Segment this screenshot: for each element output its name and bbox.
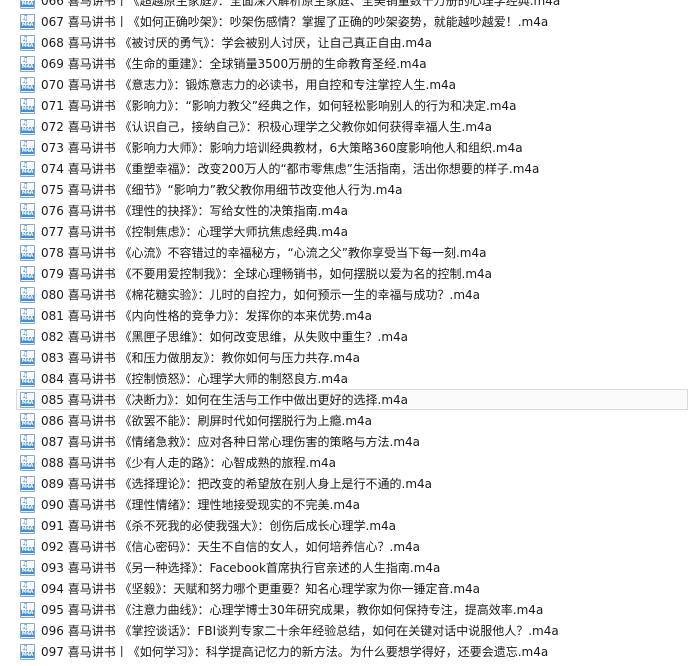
- file-name: 070 喜马讲书 《意志力》：锻炼意志力的必读书，用自控和专注掌控人生.m4a: [41, 78, 457, 92]
- file-name: 068 喜马讲书 《被讨厌的勇气》：学会被别人讨厌，让自己真正自由.m4a: [41, 36, 433, 50]
- m4a-file-icon: ♫M4A: [20, 244, 35, 261]
- file-name: 090 喜马讲书 《理性情绪》：理性地接受现实的不完美.m4a: [41, 498, 361, 512]
- file-name: 086 喜马讲书 《欲罢不能》：刷屏时代如何摆脱行为上瘾.m4a: [41, 414, 373, 428]
- m4a-file-icon: ♫M4A: [20, 202, 35, 219]
- m4a-file-icon: ♫M4A: [20, 223, 35, 240]
- file-row-selected[interactable]: ♫ M4A 085 喜马讲书 《决断力》：如何在生活与工作中做出更好的选择.m4a: [0, 389, 688, 410]
- file-name: 095 喜马讲书 《注意力曲线》：心理学博士30年研究成果，教你如何保持专注，提…: [41, 603, 544, 617]
- file-name: 080 喜马讲书 《棉花糖实验》：儿时的自控力，如何预示一生的幸福与成功？.m4…: [41, 288, 481, 302]
- m4a-file-icon: ♫M4A: [20, 643, 35, 660]
- m4a-file-icon: ♫M4A: [20, 34, 35, 51]
- file-name: 078 喜马讲书 《心流》不容错过的幸福秘方，“心流之父”教你享受当下每一刻.m…: [41, 246, 487, 260]
- file-row[interactable]: ♫ M4A 075 喜马讲书 《细节》“影响力”教父教你用细节改变他人行为.m4a: [0, 179, 688, 200]
- file-name: 072 喜马讲书 《认识自己，接纳自己》：积极心理学之父教你如何获得幸福人生.m…: [41, 120, 493, 134]
- m4a-file-icon: ♫M4A: [20, 118, 35, 135]
- m4a-file-icon: ♫M4A: [20, 580, 35, 597]
- file-name: 097 喜马讲书丨《如何学习》：科学提高记忆力的新方法。为什么要想学得好，还要会…: [41, 645, 549, 659]
- file-row[interactable]: ♫ M4A 092 喜马讲书 《信心密码》：天生不自信的女人，如何培养信心？.m4a: [0, 536, 688, 557]
- file-name: 093 喜马讲书 《另一种选择》：Facebook首席执行官亲述的人生指南.m4…: [41, 561, 441, 575]
- file-row[interactable]: ♫ M4A 090 喜马讲书 《理性情绪》：理性地接受现实的不完美.m4a: [0, 494, 688, 515]
- file-name: 079 喜马讲书 《不要用爱控制我》：全球心理畅销书，如何摆脱以爱为名的控制.m…: [41, 267, 493, 281]
- file-name: 091 喜马讲书 《杀不死我的必使我强大》：创伤后成长心理学.m4a: [41, 519, 397, 533]
- file-row[interactable]: ♫ M4A 094 喜马讲书 《坚毅》：天赋和努力哪个更重要？知名心理学家为你一锤定…: [0, 578, 688, 599]
- file-row[interactable]: ♫ M4A 096 喜马讲书 《掌控谈话》：FBI谈判专家二十余年经验总结，如何在关…: [0, 620, 688, 641]
- m4a-file-icon: ♫M4A: [20, 265, 35, 282]
- file-row[interactable]: ♫ M4A 097 喜马讲书丨《如何学习》：科学提高记忆力的新方法。为什么要想学得好…: [0, 641, 688, 662]
- file-row[interactable]: ♫ M4A 086 喜马讲书 《欲罢不能》：刷屏时代如何摆脱行为上瘾.m4a: [0, 410, 688, 431]
- m4a-file-icon: ♫M4A: [20, 13, 35, 30]
- file-row[interactable]: ♫ M4A 095 喜马讲书 《注意力曲线》：心理学博士30年研究成果，教你如何保持…: [0, 599, 688, 620]
- file-row[interactable]: ♫ M4A 084 喜马讲书 《控制愤怒》：心理学大师的制怒良方.m4a: [0, 368, 688, 389]
- file-row[interactable]: ♫ M4A 067 喜马讲书丨《如何正确吵架》：吵架伤感情？掌握了正确的吵架姿势，就…: [0, 11, 688, 32]
- m4a-file-icon: ♫M4A: [20, 328, 35, 345]
- file-name: 094 喜马讲书 《坚毅》：天赋和努力哪个更重要？知名心理学家为你一锤定音.m4…: [41, 582, 481, 596]
- file-name: 076 喜马讲书 《理性的抉择》：写给女性的决策指南.m4a: [41, 204, 349, 218]
- file-name: 087 喜马讲书 《情绪急救》：应对各种日常心理伤害的策略与方法.m4a: [41, 435, 421, 449]
- m4a-file-icon: ♫M4A: [20, 139, 35, 156]
- file-name: 092 喜马讲书 《信心密码》：天生不自信的女人，如何培养信心？.m4a: [41, 540, 421, 554]
- file-name: 089 喜马讲书 《选择理论》：把改变的希望放在别人身上是行不通的.m4a: [41, 477, 433, 491]
- file-name: 075 喜马讲书 《细节》“影响力”教父教你用细节改变他人行为.m4a: [41, 183, 403, 197]
- file-row[interactable]: ♫ M4A 089 喜马讲书 《选择理论》：把改变的希望放在别人身上是行不通的.m4…: [0, 473, 688, 494]
- file-name: 077 喜马讲书 《控制焦虑》：心理学大师抗焦虑经典.m4a: [41, 225, 349, 239]
- m4a-file-icon: ♫M4A: [20, 517, 35, 534]
- file-name: 073 喜马讲书 《影响力大师》：影响力培训经典教材，6大策略360度影响他人和…: [41, 141, 523, 155]
- m4a-file-icon: ♫M4A: [20, 538, 35, 555]
- file-name: 081 喜马讲书 《内向性格的竞争力》：发挥你的本来优势.m4a: [41, 309, 373, 323]
- file-row[interactable]: ♫ M4A 091 喜马讲书 《杀不死我的必使我强大》：创伤后成长心理学.m4a: [0, 515, 688, 536]
- file-name: 096 喜马讲书 《掌控谈话》：FBI谈判专家二十余年经验总结，如何在关键对话中…: [41, 624, 559, 638]
- m4a-file-icon: ♫M4A: [20, 181, 35, 198]
- m4a-file-icon: ♫M4A: [20, 433, 35, 450]
- file-row[interactable]: ♫ M4A 069 喜马讲书 《生命的重建》：全球销量3500万册的生命教育圣经.m…: [0, 53, 688, 74]
- file-name: 071 喜马讲书 《影响力》：“影响力教父”经典之作，如何轻松影响别人的行为和决…: [41, 99, 517, 113]
- file-name: 069 喜马讲书 《生命的重建》：全球销量3500万册的生命教育圣经.m4a: [41, 57, 427, 71]
- m4a-file-icon: ♫M4A: [20, 391, 35, 408]
- file-row[interactable]: ♫ M4A 093 喜马讲书 《另一种选择》：Facebook首席执行官亲述的人生指…: [0, 557, 688, 578]
- file-row[interactable]: ♫ M4A 081 喜马讲书 《内向性格的竞争力》：发挥你的本来优势.m4a: [0, 305, 688, 326]
- file-row[interactable]: ♫ M4A 073 喜马讲书 《影响力大师》：影响力培训经典教材，6大策略360度影…: [0, 137, 688, 158]
- file-row[interactable]: ♫ M4A 087 喜马讲书 《情绪急救》：应对各种日常心理伤害的策略与方法.m4a: [0, 431, 688, 452]
- file-row[interactable]: ♫ M4A 070 喜马讲书 《意志力》：锻炼意志力的必读书，用自控和专注掌控人生.…: [0, 74, 688, 95]
- file-name: 082 喜马讲书 《黑匣子思维》：如何改变思维，从失败中重生？.m4a: [41, 330, 409, 344]
- m4a-file-icon: ♫M4A: [20, 622, 35, 639]
- file-row[interactable]: ♫ M4A 068 喜马讲书 《被讨厌的勇气》：学会被别人讨厌，让自己真正自由.m4…: [0, 32, 688, 53]
- m4a-file-icon: ♫M4A: [20, 601, 35, 618]
- m4a-file-icon: ♫M4A: [20, 0, 35, 9]
- file-name: 088 喜马讲书 《少有人走的路》：心智成熟的旅程.m4a: [41, 456, 337, 470]
- file-name: 067 喜马讲书丨《如何正确吵架》：吵架伤感情？掌握了正确的吵架姿势，就能越吵越…: [41, 15, 549, 29]
- m4a-file-icon: ♫M4A: [20, 412, 35, 429]
- m4a-file-icon: ♫M4A: [20, 286, 35, 303]
- file-name: 074 喜马讲书 《重塑幸福》：改变200万人的“都市零焦虑”生活指南，活出你想…: [41, 162, 540, 176]
- file-row[interactable]: ♫ M4A 078 喜马讲书 《心流》不容错过的幸福秘方，“心流之父”教你享受当下每…: [0, 242, 688, 263]
- m4a-file-icon: ♫M4A: [20, 559, 35, 576]
- file-name: 083 喜马讲书 《和压力做朋友》：教你如何与压力共存.m4a: [41, 351, 361, 365]
- file-row[interactable]: ♫ M4A 077 喜马讲书 《控制焦虑》：心理学大师抗焦虑经典.m4a: [0, 221, 688, 242]
- file-row[interactable]: ♫ M4A 072 喜马讲书 《认识自己，接纳自己》：积极心理学之父教你如何获得幸福…: [0, 116, 688, 137]
- file-row[interactable]: ♫ M4A 083 喜马讲书 《和压力做朋友》：教你如何与压力共存.m4a: [0, 347, 688, 368]
- file-list: ♫M4A 066 喜马讲书丨《超越原生家庭》：全面深入解析原生家庭、全美销量数十万…: [0, 0, 688, 662]
- m4a-file-icon: ♫M4A: [20, 160, 35, 177]
- file-name: 084 喜马讲书 《控制愤怒》：心理学大师的制怒良方.m4a: [41, 372, 349, 386]
- file-row[interactable]: ♫ M4A 079 喜马讲书 《不要用爱控制我》：全球心理畅销书，如何摆脱以爱为名的…: [0, 263, 688, 284]
- file-row[interactable]: ♫ M4A 076 喜马讲书 《理性的抉择》：写给女性的决策指南.m4a: [0, 200, 688, 221]
- file-row[interactable]: ♫ M4A 082 喜马讲书 《黑匣子思维》：如何改变思维，从失败中重生？.m4a: [0, 326, 688, 347]
- m4a-file-icon: ♫M4A: [20, 76, 35, 93]
- m4a-file-icon: ♫M4A: [20, 454, 35, 471]
- file-name: 085 喜马讲书 《决断力》：如何在生活与工作中做出更好的选择.m4a: [41, 393, 409, 407]
- m4a-file-icon: ♫M4A: [20, 349, 35, 366]
- file-row[interactable]: ♫ M4A 074 喜马讲书 《重塑幸福》：改变200万人的“都市零焦虑”生活指南，…: [0, 158, 688, 179]
- file-row[interactable]: ♫ M4A 080 喜马讲书 《棉花糖实验》：儿时的自控力，如何预示一生的幸福与成功…: [0, 284, 688, 305]
- file-row[interactable]: ♫ M4A 088 喜马讲书 《少有人走的路》：心智成熟的旅程.m4a: [0, 452, 688, 473]
- m4a-file-icon: ♫M4A: [20, 496, 35, 513]
- m4a-file-icon: ♫M4A: [20, 55, 35, 72]
- m4a-file-icon: ♫M4A: [20, 97, 35, 114]
- file-name: 066 喜马讲书丨《超越原生家庭》：全面深入解析原生家庭、全美销量数十万册的心理…: [41, 0, 561, 8]
- m4a-file-icon: ♫M4A: [20, 475, 35, 492]
- m4a-file-icon: ♫M4A: [20, 370, 35, 387]
- file-row[interactable]: ♫M4A 066 喜马讲书丨《超越原生家庭》：全面深入解析原生家庭、全美销量数十万…: [0, 0, 688, 11]
- m4a-file-icon: ♫M4A: [20, 307, 35, 324]
- file-row[interactable]: ♫ M4A 071 喜马讲书 《影响力》：“影响力教父”经典之作，如何轻松影响别人的…: [0, 95, 688, 116]
